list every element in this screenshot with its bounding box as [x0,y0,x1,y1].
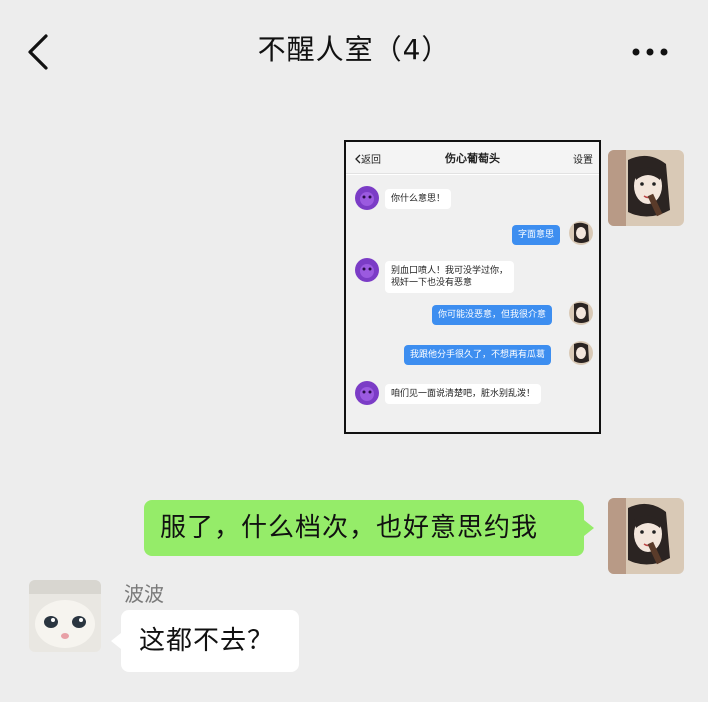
screenshot-settings-label: 设置 [573,155,593,166]
mini-message: 我跟他分手很久了，不想再有瓜葛 [404,345,552,365]
my-message-bubble[interactable]: 服了，什么档次，也好意思约我 [144,500,594,556]
screenshot-chat-body: 你什么意思！ 字面意思 别血口喷人！我可没学过你， 视奸一下也没有恶意 你可能没… [346,175,599,432]
girl-avatar [569,301,593,325]
more-icon [632,48,668,56]
girl-avatar [569,341,593,365]
my-avatar[interactable] [608,150,684,226]
chat-title: 不醒人室（4） [257,33,451,66]
other-message-bubble[interactable]: 这都不去？ [111,610,299,672]
mini-message: 别血口喷人！我可没学过你， 视奸一下也没有恶意 [385,261,515,293]
screenshot-image-message[interactable]: 返回 伤心葡萄头 设置 你什么意思！ 字面意思 别血口喷人！我可没学过你， 视奸… [344,140,601,434]
mini-message: 你可能没恶意，但我很介意 [432,305,553,325]
my-avatar[interactable] [608,498,684,574]
more-button[interactable] [628,44,672,60]
grape-avatar [355,258,379,282]
grape-avatar [355,381,379,405]
bobo-avatar[interactable] [29,580,101,652]
screenshot-title: 伤心葡萄头 [445,152,500,165]
girl-avatar [569,221,593,245]
mini-message: 你什么意思！ [385,189,452,209]
sender-name: 波波 [124,582,164,606]
grape-avatar [355,186,379,210]
mini-message: 咱们见一面说清楚吧，脏水别乱泼！ [385,384,542,404]
chat-header: 不醒人室（4） [0,0,708,98]
mini-message: 字面意思 [512,225,561,245]
screenshot-header: 返回 伤心葡萄头 设置 [346,142,599,174]
